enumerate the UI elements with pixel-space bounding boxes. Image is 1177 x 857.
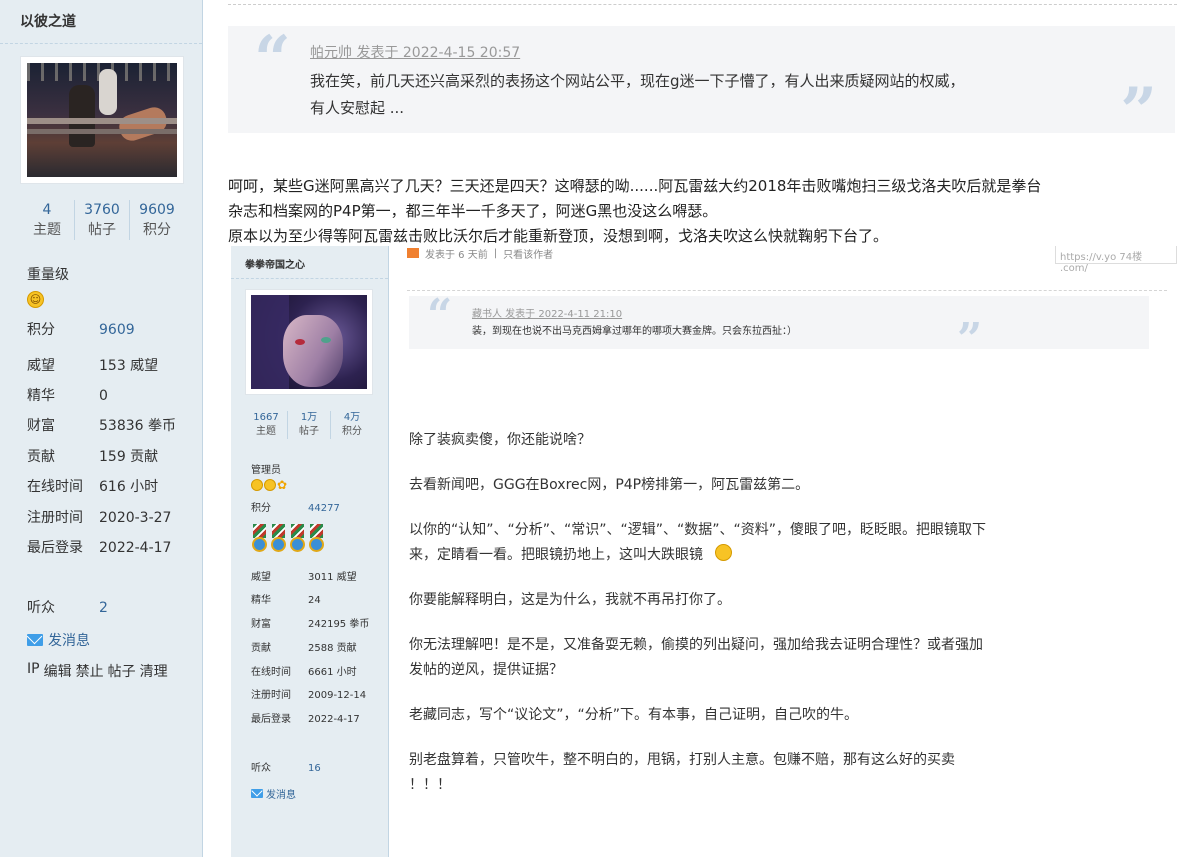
- profile-row-prestige: 威望 153 威望: [27, 358, 159, 374]
- embedded-screenshot[interactable]: 拳拳帝国之心 1667 主题 1万 帖子 4万 积分 管理员 ✿ 积分 4427…: [231, 246, 1177, 857]
- stat-points[interactable]: 9609 积分: [130, 200, 184, 240]
- admin-edit-link[interactable]: 编辑: [44, 661, 72, 681]
- profile-row-wealth: 财富 53836 拳币: [27, 418, 176, 434]
- medal-icon: [308, 524, 325, 554]
- embedded-rank-icons: ✿: [251, 479, 289, 491]
- star-icon: ✿: [277, 478, 288, 492]
- embedded-medals: [251, 524, 325, 554]
- admin-ip-link[interactable]: IP: [27, 661, 40, 681]
- stat-posts[interactable]: 3760 帖子: [75, 200, 130, 240]
- embedded-quote-block: “ 藏书人 发表于 2022-4-11 21:10 装，到现在也说不出马克西姆拿…: [409, 294, 1149, 362]
- stat-threads[interactable]: 4 主题: [20, 200, 75, 240]
- profile-row-last-login: 最后登录 2022-4-17: [27, 540, 172, 556]
- profile-row-points: 积分 9609: [27, 322, 135, 338]
- author-rank: 重量级: [27, 267, 69, 283]
- embedded-post-body: 除了装疯卖傻，你还能说啥？ 去看新闻吧，GGG在Boxrec网，P4P榜排第一，…: [409, 432, 987, 793]
- quote-text: 我在笑，前几天还兴高采烈的表扬这个网站公平，现在g迷一下子懵了，有人出来质疑网站…: [310, 72, 965, 117]
- reply-text: 呵呵，某些G迷阿黑高兴了几天？三天还是四天？这嘚瑟的呦......阿瓦雷兹大约2…: [228, 177, 1042, 245]
- send-message-link[interactable]: 发消息: [27, 630, 90, 650]
- embedded-send-message: 发消息: [251, 786, 296, 801]
- smiley-icon: [251, 479, 263, 491]
- admin-ban-link[interactable]: 禁止: [76, 661, 104, 681]
- embedded-post-meta: 发表于 6 天前 | 只看该作者: [407, 246, 553, 261]
- admin-clean-link[interactable]: 清理: [140, 661, 168, 681]
- quote-meta-link[interactable]: 帕元帅 发表于 2022-4-15 20:57: [310, 42, 520, 62]
- grin-emoji-icon: [715, 544, 732, 561]
- open-quote-icon: “: [254, 22, 291, 97]
- medal-icon: [251, 524, 268, 554]
- embedded-watermark: https://v.yo 74楼 .com/: [1055, 246, 1177, 274]
- close-quote-icon: ”: [1120, 74, 1157, 149]
- boxing-photo: [27, 63, 177, 177]
- embedded-rank: 管理员: [251, 465, 281, 476]
- post-divider: [228, 4, 1177, 5]
- embedded-author-sidebar: 拳拳帝国之心 1667 主题 1万 帖子 4万 积分 管理员 ✿ 积分 4427…: [231, 246, 389, 857]
- embedded-username: 拳拳帝国之心: [245, 260, 305, 271]
- profile-row-listeners: 听众 2: [27, 600, 108, 616]
- profile-row-contribution: 贡献 159 贡献: [27, 449, 159, 465]
- mail-icon: [251, 789, 263, 798]
- author-stats: 4 主题 3760 帖子 9609 积分: [20, 200, 184, 240]
- embedded-row-points: 积分 44277: [251, 503, 340, 514]
- quote-block: “ 帕元帅 发表于 2022-4-15 20:57 我在笑，前几天还兴高采烈的表…: [228, 22, 1175, 144]
- forum-post-page: 以彼之道 4 主题 3760 帖子 9609 积分 重量级 ☺ 积分 9609 …: [0, 0, 1177, 857]
- admin-links: IP 编辑 禁止 帖子 清理: [27, 661, 168, 681]
- medal-icon: [270, 524, 287, 554]
- admin-posts-link[interactable]: 帖子: [108, 661, 136, 681]
- author-avatar[interactable]: [20, 56, 184, 184]
- embedded-avatar: [245, 289, 373, 395]
- smiley-icon: [264, 479, 276, 491]
- author-tag-icon: [407, 248, 419, 258]
- profile-row-register-date: 注册时间 2020-3-27: [27, 510, 172, 526]
- mail-icon: [27, 634, 43, 646]
- profile-row-online-time: 在线时间 616 小时: [27, 479, 159, 495]
- profile-row-digest: 精华 0: [27, 388, 108, 404]
- author-username[interactable]: 以彼之道: [0, 0, 202, 44]
- author-sidebar: 以彼之道 4 主题 3760 帖子 9609 积分 重量级 ☺ 积分 9609 …: [0, 0, 203, 857]
- smiley-icon: ☺: [27, 291, 44, 308]
- embedded-stats: 1667 主题 1万 帖子 4万 积分: [245, 411, 373, 439]
- medal-icon: [289, 524, 306, 554]
